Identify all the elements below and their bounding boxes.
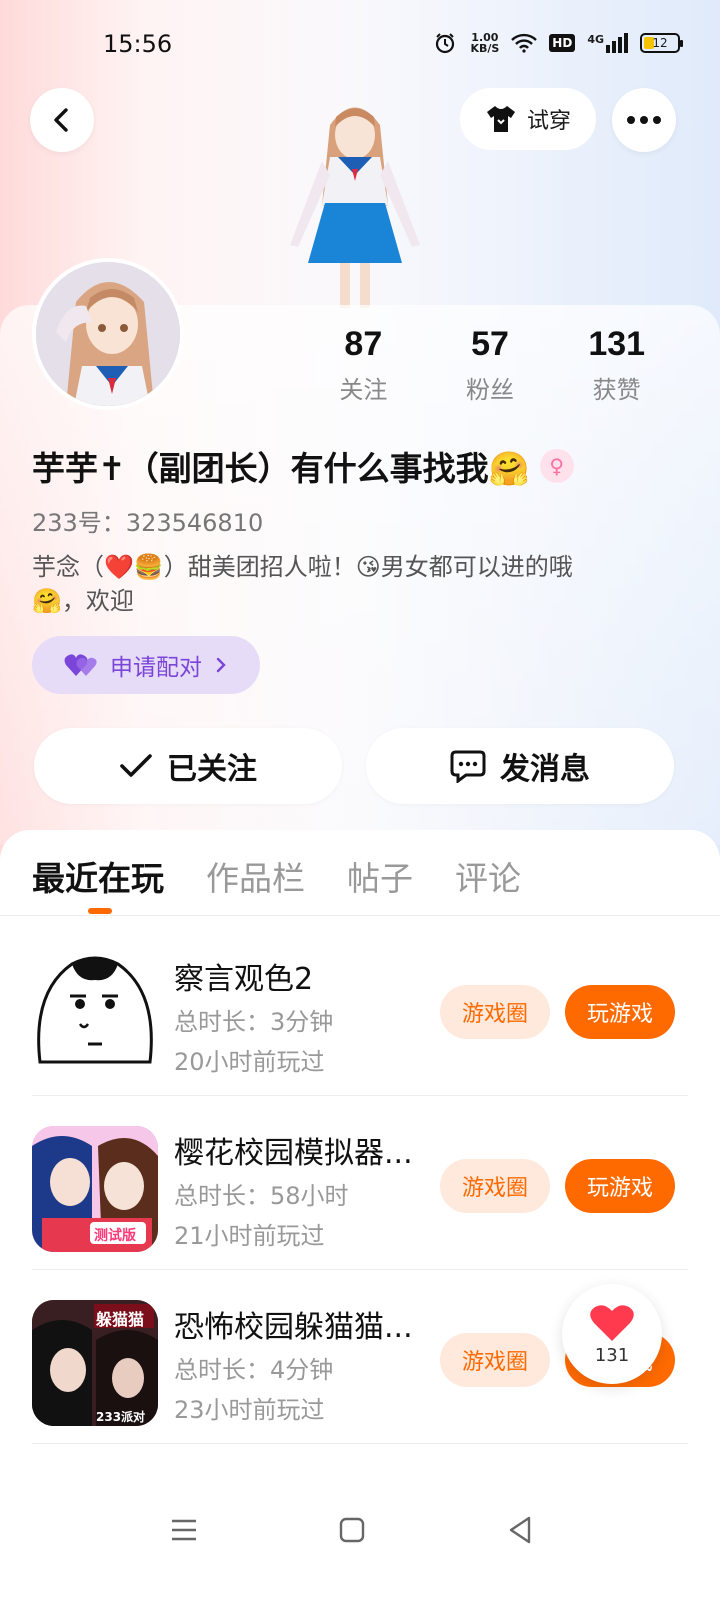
- active-tab-indicator: [88, 908, 112, 914]
- system-navigation-bar: [0, 1480, 720, 1600]
- play-game-button[interactable]: 玩游戏: [565, 1159, 675, 1213]
- bio-line-1: 芋念（❤️🍔）甜美团招人啦！😘男女都可以进的哦: [32, 553, 573, 581]
- stat-likes-value: 131: [588, 325, 646, 363]
- tshirt-icon: [486, 106, 515, 132]
- network-speed: 1.00 KB/S: [470, 32, 499, 54]
- game-circle-button[interactable]: 游戏圈: [440, 1333, 550, 1387]
- game-last-played: 23小时前玩过: [174, 1396, 325, 1424]
- profile-stats: 87 关注 57 粉丝 131 获赞: [300, 325, 680, 405]
- apply-match-label: 申请配对: [110, 655, 202, 681]
- home-icon[interactable]: [332, 1510, 372, 1550]
- user-bio: 芋念（❤️🍔）甜美团招人啦！😘男女都可以进的哦 🤗，欢迎: [32, 550, 672, 618]
- game-title: 樱花校园模拟器...: [174, 1136, 413, 1171]
- alarm-icon: [432, 30, 458, 56]
- publisher-badge: 233派对: [96, 1410, 146, 1424]
- game-last-played: 21小时前玩过: [174, 1222, 325, 1250]
- like-floating-button[interactable]: 131: [562, 1284, 662, 1384]
- tab-posts[interactable]: 帖子: [347, 852, 413, 900]
- game-list-item[interactable]: 测试版 樱花校园模拟器... 总时长：58小时 21小时前玩过 游戏圈 玩游戏: [0, 1096, 720, 1270]
- more-dots-icon: [627, 116, 661, 124]
- username: 芋芋✝（副团长）有什么事找我🤗: [32, 449, 530, 488]
- stat-following[interactable]: 87 关注: [300, 325, 427, 405]
- game-list-item[interactable]: 察言观色2 总时长：3分钟 20小时前玩过 游戏圈 玩游戏: [0, 922, 720, 1096]
- following-button[interactable]: 已关注: [34, 728, 342, 804]
- stat-followers[interactable]: 57 粉丝: [427, 325, 554, 405]
- apply-match-button[interactable]: 申请配对: [32, 636, 260, 694]
- bio-line-2: 🤗，欢迎: [32, 587, 134, 615]
- game-duration: 总时长：58小时: [174, 1182, 349, 1210]
- game-icon: 躲猫猫 233派对: [32, 1300, 158, 1426]
- stat-likes[interactable]: 131 获赞: [553, 325, 680, 405]
- double-heart-icon: [64, 654, 97, 676]
- check-icon: [120, 754, 152, 777]
- tab-divider: [0, 915, 720, 916]
- username-row: 芋芋✝（副团长）有什么事找我🤗 ♀: [32, 442, 574, 490]
- user-id: 233号：323546810: [32, 509, 264, 537]
- chat-bubble-icon: [450, 750, 486, 783]
- back-button[interactable]: [30, 88, 94, 152]
- game-circle-button[interactable]: 游戏圈: [440, 985, 550, 1039]
- tab-works[interactable]: 作品栏: [206, 852, 305, 900]
- hd-badge: HD: [549, 34, 576, 52]
- stat-likes-label: 获赞: [592, 376, 641, 404]
- chevron-right-icon: [216, 657, 226, 673]
- game-circle-button[interactable]: 游戏圈: [440, 1159, 550, 1213]
- try-on-button[interactable]: 试穿: [460, 88, 596, 150]
- tab-recently-played[interactable]: 最近在玩: [32, 852, 164, 900]
- character-avatar-figure: [270, 95, 440, 310]
- menu-icon[interactable]: [164, 1510, 204, 1550]
- signal-icon: 4G: [587, 33, 628, 53]
- battery-level: 12: [652, 36, 668, 50]
- wifi-icon: [511, 30, 538, 56]
- speed-unit: KB/S: [470, 42, 500, 55]
- game-duration: 总时长：3分钟: [174, 1008, 334, 1036]
- more-options-button[interactable]: [612, 88, 676, 152]
- game-last-played: 20小时前玩过: [174, 1048, 325, 1076]
- game-icon: [32, 952, 158, 1078]
- user-avatar[interactable]: [32, 258, 184, 410]
- game-icon: 测试版: [32, 1126, 158, 1252]
- game-duration: 总时长：4分钟: [174, 1356, 334, 1384]
- stat-following-label: 关注: [339, 376, 388, 404]
- network-type: 4G: [587, 33, 604, 46]
- stat-followers-value: 57: [471, 325, 509, 363]
- game-title: 察言观色2: [174, 962, 314, 997]
- tab-comments[interactable]: 评论: [455, 852, 521, 900]
- send-message-button[interactable]: 发消息: [366, 728, 674, 804]
- status-bar: 15:56 1.00 KB/S HD 4G 12: [0, 0, 720, 90]
- female-gender-icon: ♀: [539, 449, 574, 483]
- status-time: 15:56: [103, 30, 173, 58]
- back-triangle-icon[interactable]: [500, 1510, 540, 1550]
- stat-following-value: 87: [344, 325, 383, 363]
- row-divider: [32, 1443, 688, 1444]
- chevron-left-icon: [54, 108, 68, 132]
- status-icons: 1.00 KB/S HD 4G 12: [432, 30, 683, 56]
- game-title: 恐怖校园躲猫猫...: [174, 1310, 413, 1345]
- play-game-button[interactable]: 玩游戏: [565, 985, 675, 1039]
- like-count: 131: [594, 1344, 630, 1366]
- profile-tabs: 最近在玩 作品栏 帖子 评论: [32, 852, 521, 900]
- try-on-label: 试穿: [526, 109, 571, 134]
- send-message-label: 发消息: [500, 752, 590, 787]
- following-label: 已关注: [167, 752, 257, 787]
- heart-icon: [590, 1304, 634, 1341]
- stat-followers-label: 粉丝: [466, 376, 514, 404]
- game-badge-label: 躲猫猫: [96, 1310, 145, 1329]
- test-version-badge: 测试版: [94, 1228, 136, 1244]
- battery-icon: 12: [640, 33, 683, 53]
